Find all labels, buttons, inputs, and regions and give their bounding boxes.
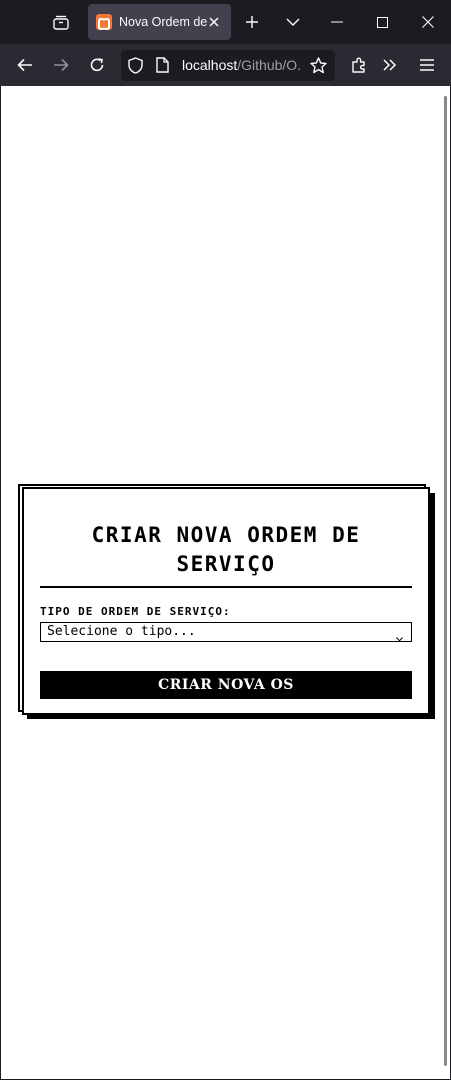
form-title: CRIAR NOVA ORDEM DE SERVIÇO — [91, 523, 361, 576]
url-text[interactable]: localhost/Github/O... — [182, 57, 302, 73]
back-icon[interactable] — [13, 53, 37, 77]
minimize-icon[interactable] — [325, 10, 349, 34]
scrollbar[interactable] — [444, 96, 447, 1066]
hamburger-menu-icon[interactable] — [415, 53, 439, 77]
extensions-icon[interactable] — [347, 53, 371, 77]
new-tab-icon[interactable] — [240, 10, 264, 34]
create-os-button[interactable]: CRIAR NOVA OS — [40, 671, 412, 699]
page-viewport: CRIAR NOVA ORDEM DE SERVIÇO TIPO DE ORDE… — [1, 86, 450, 1079]
list-tabs-chevron-icon[interactable] — [281, 10, 305, 34]
window-close-icon[interactable] — [416, 10, 440, 34]
xampp-icon — [96, 14, 112, 30]
page-info-icon[interactable] — [156, 57, 169, 77]
tab-title: Nova Ordem de Serviço — [119, 15, 207, 29]
form-panel: CRIAR NOVA ORDEM DE SERVIÇO TIPO DE ORDE… — [22, 487, 430, 715]
maximize-icon[interactable] — [370, 10, 394, 34]
title-divider — [40, 586, 412, 588]
bookmark-star-icon[interactable] — [310, 57, 327, 78]
tab-bar: Nova Ordem de Serviço — [0, 0, 451, 44]
collections-icon[interactable] — [46, 8, 76, 36]
address-bar[interactable]: localhost/Github/O... — [121, 50, 335, 81]
url-host: localhost — [182, 57, 238, 73]
navigation-toolbar: localhost/Github/O... — [0, 44, 451, 86]
browser-tab[interactable]: Nova Ordem de Serviço — [88, 4, 231, 40]
reload-icon[interactable] — [85, 53, 109, 77]
shield-icon[interactable] — [128, 57, 143, 78]
close-tab-icon[interactable] — [205, 13, 223, 31]
form-card: CRIAR NOVA ORDEM DE SERVIÇO TIPO DE ORDE… — [18, 484, 436, 720]
chevron-down-icon — [396, 627, 403, 646]
overflow-menu-icon[interactable] — [378, 53, 402, 77]
url-path: /Github/O... — [237, 57, 302, 73]
type-select-value: Selecione o tipo... — [47, 624, 196, 639]
type-label: TIPO DE ORDEM DE SERVIÇO: — [40, 605, 231, 618]
type-select[interactable]: Selecione o tipo... — [40, 622, 412, 642]
forward-icon — [49, 53, 73, 77]
